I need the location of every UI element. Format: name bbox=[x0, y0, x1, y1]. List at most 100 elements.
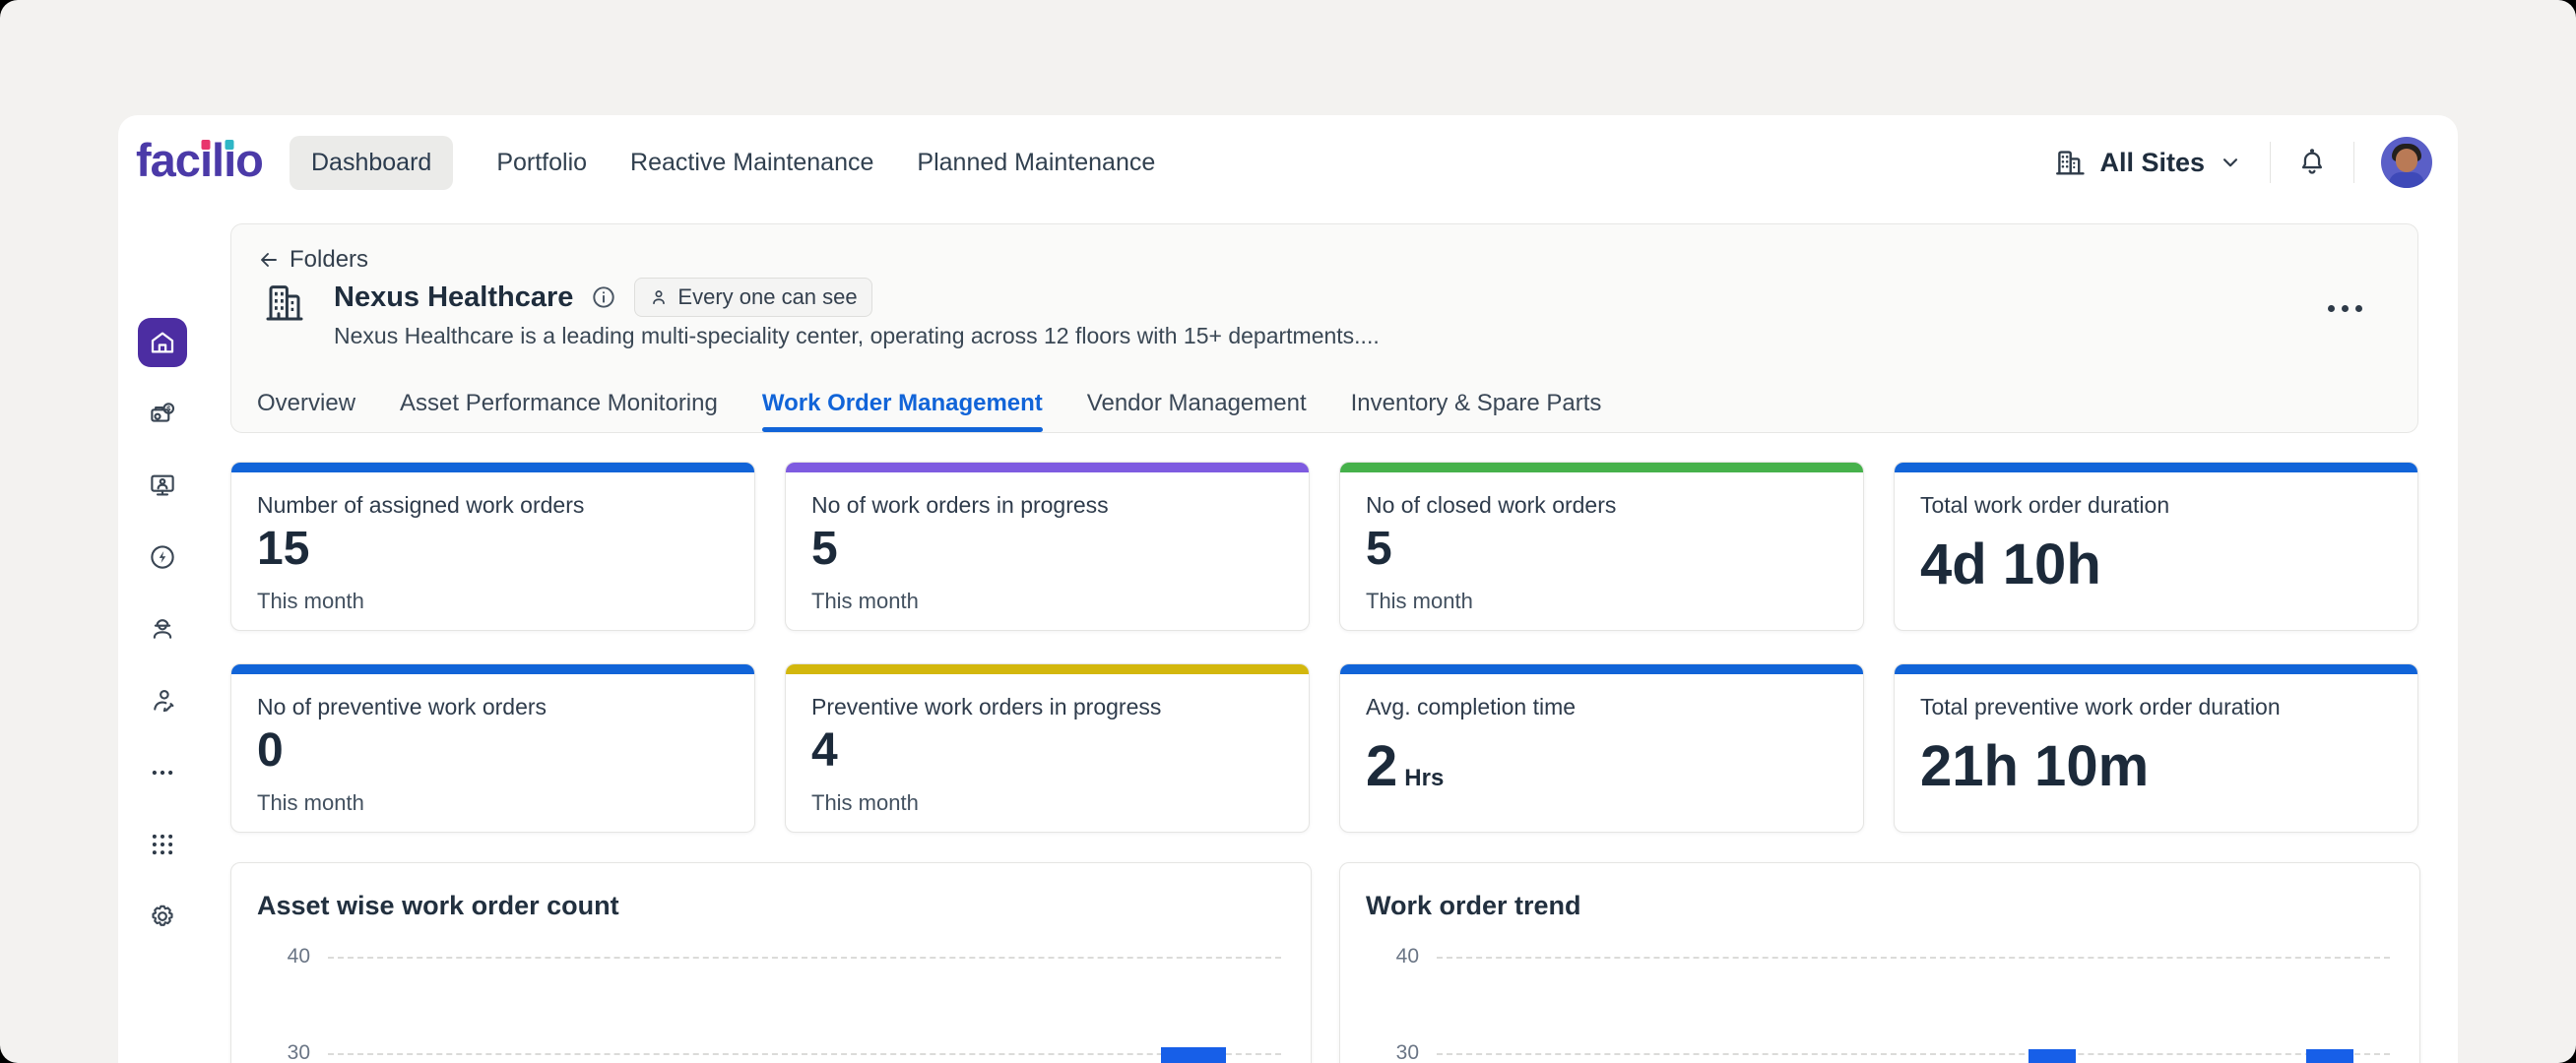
tab-inventory-spare-parts[interactable]: Inventory & Spare Parts bbox=[1351, 375, 1602, 432]
sidebar-item-visitor-log[interactable] bbox=[148, 686, 177, 716]
stat-value: 0 bbox=[257, 723, 290, 778]
main-nav: Dashboard Portfolio Reactive Maintenance… bbox=[290, 115, 1155, 210]
sidebar-item-energy[interactable] bbox=[148, 542, 177, 572]
stat-value: 4d 10h bbox=[1920, 532, 2108, 597]
y-tick-40: 40 bbox=[267, 945, 310, 969]
chart-title: Asset wise work order count bbox=[257, 891, 619, 921]
logo-dot-teal bbox=[225, 140, 234, 150]
y-tick-40: 40 bbox=[1376, 945, 1419, 969]
header-divider bbox=[2270, 142, 2271, 183]
dashboard-tabs: Overview Asset Performance Monitoring Wo… bbox=[257, 375, 1601, 432]
monitor-user-icon bbox=[148, 470, 177, 500]
tab-asset-performance-monitoring[interactable]: Asset Performance Monitoring bbox=[400, 375, 718, 432]
sidebar-item-settings[interactable] bbox=[148, 902, 177, 931]
stat-card-avg-completion-time[interactable]: Avg. completion time 2Hrs bbox=[1339, 663, 1864, 833]
logo-dot-pink bbox=[201, 140, 210, 150]
card-accent-bar bbox=[1340, 664, 1863, 674]
chart-work-order-trend: Work order trend 40 30 bbox=[1339, 862, 2420, 1063]
back-to-folders[interactable]: Folders bbox=[257, 246, 368, 274]
site-selector-label: All Sites bbox=[2099, 148, 2205, 178]
card-accent-bar bbox=[231, 463, 754, 472]
nav-item-planned-maintenance[interactable]: Planned Maintenance bbox=[917, 149, 1155, 177]
nav-item-portfolio[interactable]: Portfolio bbox=[496, 149, 587, 177]
tab-work-order-management[interactable]: Work Order Management bbox=[762, 375, 1043, 432]
tab-vendor-management[interactable]: Vendor Management bbox=[1087, 375, 1307, 432]
gridline bbox=[328, 957, 1281, 959]
person-pen-icon bbox=[148, 686, 177, 716]
top-navigation-bar: facılıo Dashboard Portfolio Reactive Mai… bbox=[118, 115, 2458, 210]
visibility-badge-label: Every one can see bbox=[677, 284, 857, 310]
stat-value: 15 bbox=[257, 522, 316, 576]
screen: facılıo Dashboard Portfolio Reactive Mai… bbox=[0, 0, 2576, 1063]
sidebar-item-home[interactable] bbox=[138, 318, 187, 367]
card-accent-bar bbox=[231, 664, 754, 674]
visibility-badge[interactable]: Every one can see bbox=[634, 278, 871, 317]
person-icon bbox=[649, 287, 669, 307]
page-title: Nexus Healthcare bbox=[334, 281, 573, 314]
chart-asset-wise-work-order-count: Asset wise work order count 40 30 bbox=[230, 862, 1312, 1063]
bar[interactable] bbox=[1161, 1047, 1226, 1063]
bar[interactable] bbox=[2306, 1049, 2353, 1063]
stat-value: 5 bbox=[811, 522, 845, 576]
active-tab-underline bbox=[762, 427, 1043, 432]
chart-title: Work order trend bbox=[1366, 891, 1581, 921]
ellipsis-icon bbox=[148, 758, 177, 787]
more-options-button[interactable] bbox=[2318, 295, 2372, 322]
stat-card-total-work-order-duration[interactable]: Total work order duration 4d 10h bbox=[1894, 462, 2418, 631]
stat-card-total-preventive-duration[interactable]: Total preventive work order duration 21h… bbox=[1894, 663, 2418, 833]
more-options-icon bbox=[2328, 305, 2335, 312]
sidebar-item-cost[interactable]: $ bbox=[148, 399, 177, 428]
y-tick-30: 30 bbox=[1376, 1041, 1419, 1063]
buildings-icon bbox=[2053, 146, 2087, 179]
card-accent-bar bbox=[1895, 463, 2417, 472]
stat-value: 21h 10m bbox=[1920, 733, 2156, 799]
stat-card-preventive-in-progress[interactable]: Preventive work orders in progress 4 Thi… bbox=[785, 663, 1310, 833]
gridline bbox=[1437, 1053, 2390, 1055]
sidebar-item-more[interactable] bbox=[148, 758, 177, 787]
back-label: Folders bbox=[290, 246, 368, 274]
tab-overview[interactable]: Overview bbox=[257, 375, 355, 432]
site-selector[interactable]: All Sites bbox=[2053, 146, 2243, 179]
header-right-cluster: All Sites bbox=[2053, 115, 2432, 210]
header-divider bbox=[2353, 142, 2354, 183]
card-accent-bar bbox=[1895, 664, 2417, 674]
nav-item-dashboard[interactable]: Dashboard bbox=[290, 136, 453, 190]
stat-cards-grid: Number of assigned work orders 15 This m… bbox=[230, 462, 2418, 833]
energy-bolt-icon bbox=[148, 542, 177, 572]
sidebar-item-apps[interactable] bbox=[148, 830, 177, 859]
bell-icon bbox=[2296, 147, 2328, 178]
nav-item-reactive-maintenance[interactable]: Reactive Maintenance bbox=[630, 149, 873, 177]
sidebar-item-remote-monitoring[interactable] bbox=[148, 470, 177, 500]
stat-card-assigned-work-orders[interactable]: Number of assigned work orders 15 This m… bbox=[230, 462, 755, 631]
app-window: facılıo Dashboard Portfolio Reactive Mai… bbox=[118, 115, 2458, 1063]
notifications-button[interactable] bbox=[2297, 148, 2327, 177]
info-icon[interactable] bbox=[590, 283, 617, 311]
dashboard-header-panel: Folders Nexus Healthcare Every one can s… bbox=[230, 223, 2418, 433]
facilio-logo[interactable]: facılıo bbox=[136, 133, 263, 188]
home-icon bbox=[148, 328, 177, 357]
card-accent-bar bbox=[786, 664, 1309, 674]
stat-card-work-orders-in-progress[interactable]: No of work orders in progress 5 This mon… bbox=[785, 462, 1310, 631]
chevron-down-icon bbox=[2218, 150, 2243, 175]
bar[interactable] bbox=[2029, 1049, 2076, 1063]
stat-card-preventive-work-orders[interactable]: No of preventive work orders 0 This mont… bbox=[230, 663, 755, 833]
gridline bbox=[1437, 957, 2390, 959]
worker-helmet-icon bbox=[148, 614, 177, 644]
user-avatar[interactable] bbox=[2381, 137, 2432, 188]
card-accent-bar bbox=[786, 463, 1309, 472]
logo-text: fac bbox=[136, 133, 200, 188]
sidebar-item-workforce[interactable] bbox=[148, 614, 177, 644]
stat-value: 2Hrs bbox=[1366, 733, 1444, 799]
entity-description: Nexus Healthcare is a leading multi-spec… bbox=[334, 323, 1380, 349]
stat-value: 5 bbox=[1366, 522, 1399, 576]
gear-icon bbox=[148, 902, 177, 931]
arrow-left-icon bbox=[257, 248, 281, 272]
tool-coin-icon: $ bbox=[148, 399, 177, 428]
stat-card-closed-work-orders[interactable]: No of closed work orders 5 This month bbox=[1339, 462, 1864, 631]
stat-value: 4 bbox=[811, 723, 845, 778]
y-tick-30: 30 bbox=[267, 1041, 310, 1063]
gridline bbox=[328, 1053, 1281, 1055]
grid-icon bbox=[148, 830, 177, 859]
hospital-building-icon bbox=[261, 280, 308, 327]
sidebar: $ bbox=[138, 318, 187, 931]
